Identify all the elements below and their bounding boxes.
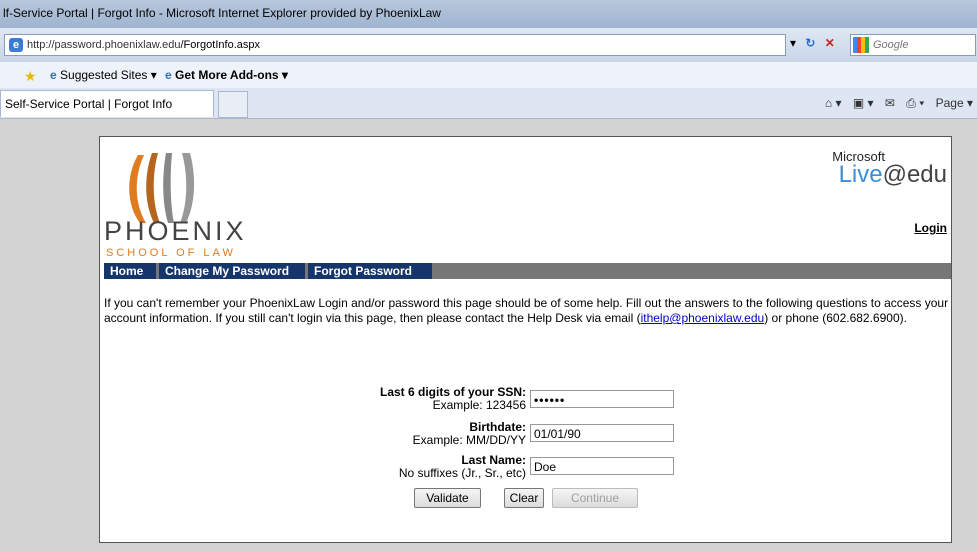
continue-button[interactable]: Continue — [552, 488, 638, 508]
address-buttons: ▾ ↻ ✕ — [790, 36, 841, 50]
favorites-bar: ★ e Suggested Sites ▾ e Get More Add-ons… — [0, 62, 977, 89]
print-icon[interactable]: ⎙ ▾ — [906, 96, 924, 110]
page-viewport: PHOENIX SCHOOL OF LAW Microsoft Live@edu… — [0, 119, 977, 551]
intro-text-part2: ) or phone (602.682.6900). — [764, 311, 907, 325]
logo-subtitle: SCHOOL OF LAW — [106, 247, 236, 259]
validate-button[interactable]: Validate — [414, 488, 481, 508]
get-more-addons-label: Get More Add-ons ▾ — [175, 68, 288, 82]
ssn-input[interactable]: •••••• — [530, 390, 674, 408]
refresh-icon[interactable]: ↻ — [805, 36, 815, 50]
feeds-icon[interactable]: ▣ ▾ — [853, 96, 874, 110]
site-nav: Home Change My Password Forgot Password — [104, 263, 951, 279]
favorites-star-icon[interactable]: ★ — [24, 68, 37, 85]
dob-label: Birthdate: — [469, 420, 526, 434]
address-bar[interactable]: e http://password.phoenixlaw.edu/ForgotIn… — [4, 34, 786, 56]
dob-hint: Example: MM/DD/YY — [412, 433, 526, 447]
nav-change-password[interactable]: Change My Password — [159, 263, 305, 279]
suggested-sites-link[interactable]: e Suggested Sites ▾ — [50, 68, 157, 82]
search-placeholder: Google — [873, 39, 909, 51]
portal-panel: PHOENIX SCHOOL OF LAW Microsoft Live@edu… — [99, 136, 952, 543]
suggested-sites-label: Suggested Sites ▾ — [60, 68, 157, 82]
nav-forgot-password[interactable]: Forgot Password — [308, 263, 432, 279]
url-path: /ForgotInfo.aspx — [180, 39, 261, 51]
login-link[interactable]: Login — [914, 221, 947, 235]
birthdate-input[interactable]: 01/01/90 — [530, 424, 674, 442]
lastname-input[interactable]: Doe — [530, 457, 674, 475]
logo-wordmark: PHOENIX — [104, 216, 247, 246]
mail-icon[interactable]: ✉ — [885, 96, 895, 110]
ssn-label-group: Last 6 digits of your SSN: Example: 1234… — [340, 386, 526, 412]
ssn-hint: Example: 123456 — [432, 398, 526, 412]
address-bar-row: e http://password.phoenixlaw.edu/ForgotIn… — [0, 28, 977, 62]
lastname-label: Last Name: — [461, 453, 526, 467]
stop-icon[interactable]: ✕ — [825, 36, 835, 50]
ie-icon: e — [165, 68, 172, 82]
url-host: http://password.phoenixlaw.edu — [27, 39, 181, 51]
window-title-bar: lf-Service Portal | Forgot Info - Micros… — [0, 0, 977, 28]
command-bar: ⌂ ▾ ▣ ▾ ✉ ⎙ ▾ Page ▾ — [817, 96, 973, 111]
tab-self-service-portal[interactable]: Self-Service Portal | Forgot Info — [0, 90, 214, 117]
tab-row: Self-Service Portal | Forgot Info ⌂ ▾ ▣ … — [0, 88, 977, 119]
window-title: lf-Service Portal | Forgot Info - Micros… — [3, 6, 441, 20]
nav-home[interactable]: Home — [104, 263, 160, 279]
dob-label-group: Birthdate: Example: MM/DD/YY — [340, 421, 526, 447]
new-tab-button[interactable] — [218, 91, 248, 118]
ie-icon: e — [50, 68, 57, 82]
ie-page-icon: e — [9, 38, 23, 52]
search-input[interactable]: Google — [850, 34, 976, 56]
lastname-hint: No suffixes (Jr., Sr., etc) — [398, 466, 526, 480]
page-menu[interactable]: Page ▾ — [936, 96, 973, 110]
live-edu-logo: Live@edu — [839, 161, 947, 189]
tab-label: Self-Service Portal | Forgot Info — [5, 97, 173, 111]
edu-text: @edu — [882, 161, 947, 188]
google-icon — [853, 37, 869, 53]
lastname-label-group: Last Name: No suffixes (Jr., Sr., etc) — [340, 454, 526, 480]
intro-text: If you can't remember your PhoenixLaw Lo… — [104, 296, 950, 326]
clear-button[interactable]: Clear — [504, 488, 544, 508]
home-icon[interactable]: ⌂ ▾ — [825, 96, 842, 110]
live-text: Live — [838, 161, 883, 188]
helpdesk-email-link[interactable]: ithelp@phoenixlaw.edu — [641, 311, 765, 325]
get-more-addons-link[interactable]: e Get More Add-ons ▾ — [165, 68, 288, 82]
dropdown-icon[interactable]: ▾ — [790, 36, 796, 50]
ssn-label: Last 6 digits of your SSN: — [379, 385, 526, 399]
